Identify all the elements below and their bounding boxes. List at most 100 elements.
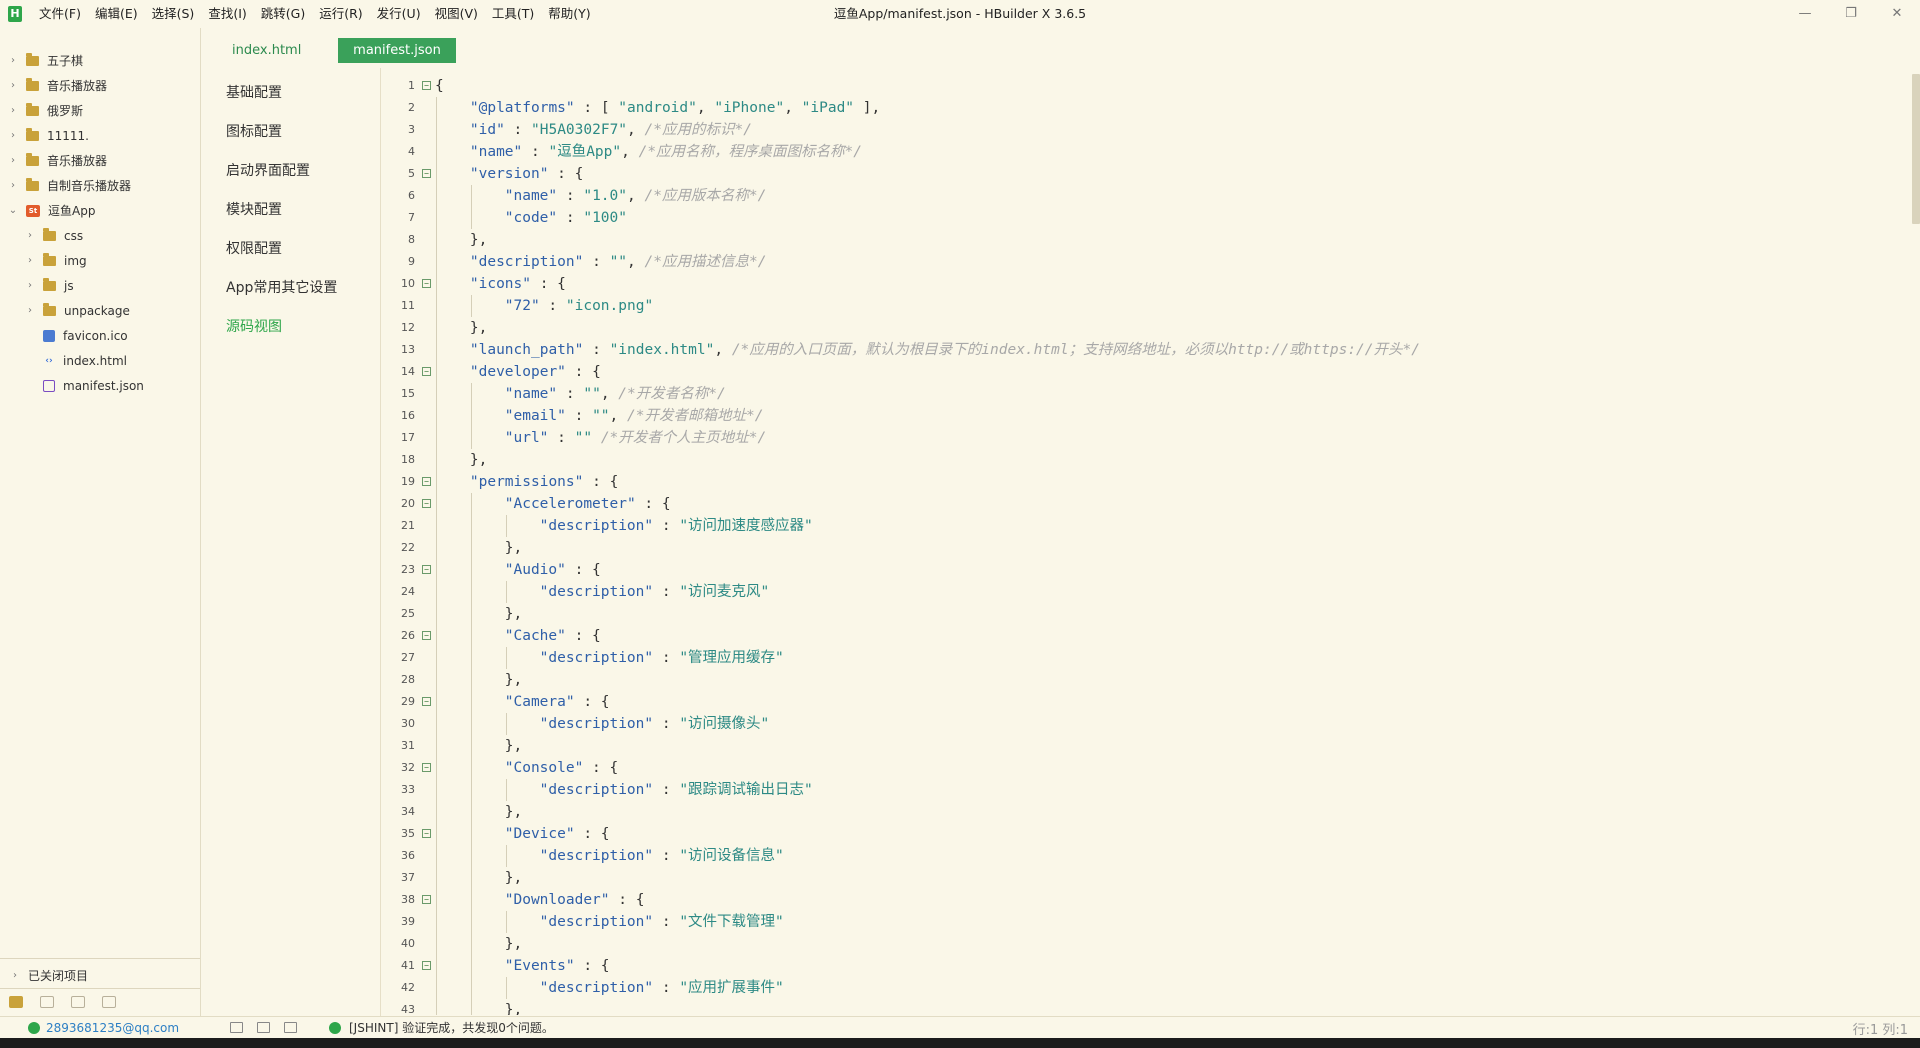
menu-item[interactable]: 发行(U) bbox=[370, 0, 428, 28]
project-manager-icon[interactable] bbox=[9, 995, 23, 1008]
code-token: }, bbox=[504, 672, 523, 688]
menu-item[interactable]: 跳转(G) bbox=[254, 0, 312, 28]
code-line: 34}, bbox=[381, 801, 1911, 823]
code-token: /*应用名称，程序桌面图标名称*/ bbox=[638, 144, 863, 160]
code-text: }, bbox=[505, 603, 522, 625]
fold-toggle-icon[interactable]: − bbox=[422, 697, 431, 706]
tree-item[interactable]: › unpackage bbox=[0, 298, 200, 323]
code-token: : bbox=[539, 298, 566, 314]
code-token: "launch_path" bbox=[469, 342, 584, 358]
line-number: 21 bbox=[401, 519, 415, 532]
code-editor[interactable]: 1−{2 "@platforms" : [ "android", "iPhone"… bbox=[381, 75, 1911, 1015]
fold-toggle-icon[interactable]: − bbox=[422, 477, 431, 486]
code-line: 42 "description" : "应用扩展事件" bbox=[381, 977, 1911, 999]
tree-item[interactable]: ‹› index.html bbox=[0, 348, 200, 373]
config-nav-item[interactable]: 模块配置 bbox=[226, 195, 376, 234]
tree-item[interactable]: › js bbox=[0, 273, 200, 298]
fold-toggle-icon[interactable]: − bbox=[422, 499, 431, 508]
code-token: : { bbox=[565, 562, 601, 578]
code-token: "Cache" bbox=[504, 628, 566, 644]
tree-item[interactable]: › img bbox=[0, 248, 200, 273]
tree-item[interactable]: manifest.json bbox=[0, 373, 200, 398]
menu-item[interactable]: 工具(T) bbox=[485, 0, 541, 28]
menu-item[interactable]: 运行(R) bbox=[312, 0, 369, 28]
code-token: /*应用的标识*/ bbox=[644, 122, 752, 138]
tree-item[interactable]: › 五子棋 bbox=[0, 48, 200, 73]
editor-scrollbar[interactable] bbox=[1912, 74, 1920, 224]
code-text: }, bbox=[470, 317, 487, 339]
code-token: "description" bbox=[539, 716, 654, 732]
code-text: "description" : "访问麦克风" bbox=[540, 581, 770, 603]
code-token: , bbox=[600, 386, 619, 402]
fold-toggle-icon[interactable]: − bbox=[422, 565, 431, 574]
config-nav-item[interactable]: App常用其它设置 bbox=[226, 273, 376, 312]
code-text: "name" : "逗鱼App", /*应用名称，程序桌面图标名称*/ bbox=[470, 141, 862, 163]
tree-item-label: 11111. bbox=[47, 128, 89, 143]
folder-icon bbox=[43, 277, 56, 291]
tree-item[interactable]: › 11111. bbox=[0, 123, 200, 148]
fold-toggle-icon[interactable]: − bbox=[422, 279, 431, 288]
code-token: "Downloader" bbox=[504, 892, 610, 908]
indent-guide bbox=[505, 779, 507, 801]
fold-toggle-icon[interactable]: − bbox=[422, 631, 431, 640]
minimize-button[interactable]: — bbox=[1782, 0, 1828, 28]
tree-item-label: 自制音乐播放器 bbox=[47, 179, 132, 193]
fold-toggle-icon[interactable]: − bbox=[422, 169, 431, 178]
config-nav-item[interactable]: 启动界面配置 bbox=[226, 156, 376, 195]
fold-toggle-icon[interactable]: − bbox=[422, 895, 431, 904]
code-token: "" bbox=[592, 408, 610, 424]
code-line: 3 "id" : "H5A0302F7", /*应用的标识*/ bbox=[381, 119, 1911, 141]
code-token: }, bbox=[504, 1002, 523, 1015]
code-token: : bbox=[653, 584, 680, 600]
menu-item[interactable]: 帮助(Y) bbox=[541, 0, 597, 28]
closed-projects-item[interactable]: › 已关闭项目 bbox=[10, 964, 88, 986]
user-account[interactable]: 2893681235@qq.com bbox=[0, 1021, 230, 1035]
terminal-icon[interactable] bbox=[257, 1022, 270, 1033]
folder-icon bbox=[26, 152, 39, 166]
line-number: 10 bbox=[401, 277, 415, 290]
fold-toggle-icon[interactable]: − bbox=[422, 367, 431, 376]
tree-item-label: manifest.json bbox=[63, 378, 144, 393]
menu-item[interactable]: 编辑(E) bbox=[88, 0, 145, 28]
tree-item[interactable]: › 音乐播放器 bbox=[0, 73, 200, 98]
tree-item[interactable]: favicon.ico bbox=[0, 323, 200, 348]
tree-item[interactable]: › css bbox=[0, 223, 200, 248]
tree-item[interactable]: › 音乐播放器 bbox=[0, 148, 200, 173]
menu-item[interactable]: 视图(V) bbox=[428, 0, 485, 28]
folder-icon bbox=[26, 77, 39, 91]
debug-icon[interactable] bbox=[40, 995, 54, 1008]
config-nav-item[interactable]: 图标配置 bbox=[226, 117, 376, 156]
menu-item[interactable]: 查找(I) bbox=[201, 0, 253, 28]
globe-icon[interactable] bbox=[284, 1022, 297, 1033]
plugins-icon[interactable] bbox=[102, 995, 116, 1008]
menu-item[interactable]: 文件(F) bbox=[32, 0, 88, 28]
tree-item[interactable]: › 俄罗斯 bbox=[0, 98, 200, 123]
html-file-icon: ‹› bbox=[45, 355, 53, 366]
tree-item[interactable]: › 自制音乐播放器 bbox=[0, 173, 200, 198]
code-token: : bbox=[583, 254, 610, 270]
config-nav-item[interactable]: 源码视图 bbox=[226, 312, 376, 351]
search-files-icon[interactable] bbox=[71, 995, 85, 1008]
config-nav-item[interactable]: 基础配置 bbox=[226, 78, 376, 117]
code-line: 43}, bbox=[381, 999, 1911, 1015]
tab-index-html[interactable]: index.html bbox=[201, 38, 341, 63]
chevron-right-icon: › bbox=[28, 230, 32, 241]
config-nav-item[interactable]: 权限配置 bbox=[226, 234, 376, 273]
close-button[interactable]: ✕ bbox=[1874, 0, 1920, 28]
tab-manifest-json[interactable]: manifest.json bbox=[338, 38, 456, 63]
code-line: 22}, bbox=[381, 537, 1911, 559]
tree-item[interactable]: ⌄ St 逗鱼App bbox=[0, 198, 200, 223]
code-line: 2 "@platforms" : [ "android", "iPhone", "… bbox=[381, 97, 1911, 119]
restore-button[interactable]: ❐ bbox=[1828, 0, 1874, 28]
fold-toggle-icon[interactable]: − bbox=[422, 81, 431, 90]
code-text: "description" : "访问设备信息" bbox=[540, 845, 784, 867]
fold-toggle-icon[interactable]: − bbox=[422, 961, 431, 970]
fold-toggle-icon[interactable]: − bbox=[422, 829, 431, 838]
fold-toggle-icon[interactable]: − bbox=[422, 763, 431, 772]
cursor-position[interactable]: 行:1 列:1 bbox=[1853, 1019, 1908, 1038]
code-token: : { bbox=[635, 496, 671, 512]
menu-item[interactable]: 选择(S) bbox=[145, 0, 202, 28]
outline-icon[interactable] bbox=[230, 1022, 243, 1033]
line-number: 19 bbox=[401, 475, 415, 488]
code-token: "email" bbox=[504, 408, 566, 424]
